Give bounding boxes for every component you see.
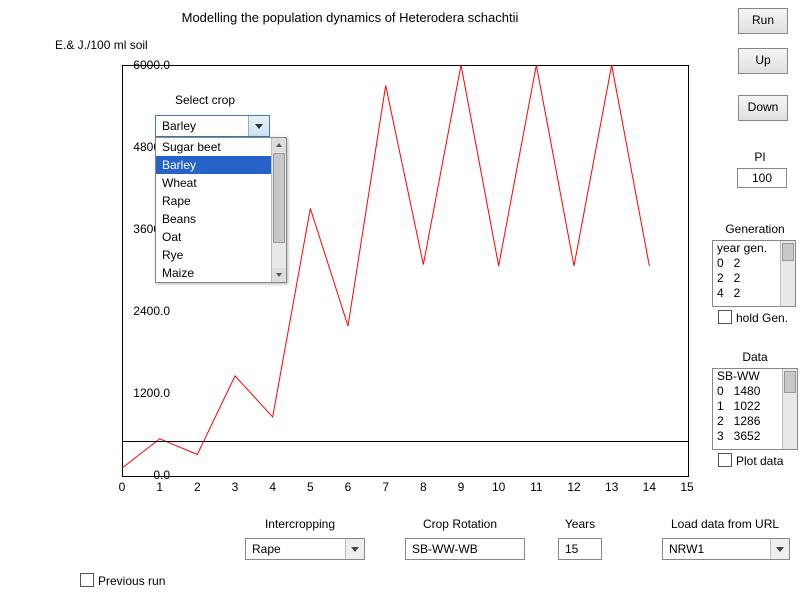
- x-tick-label: 4: [263, 480, 283, 494]
- pi-label: PI: [730, 150, 790, 164]
- scrollbar-thumb[interactable]: [784, 371, 796, 393]
- checkbox-label: Previous run: [98, 574, 165, 588]
- checkbox-label: Plot data: [736, 454, 783, 468]
- load-url-label: Load data from URL: [660, 517, 790, 531]
- scrollbar-thumb[interactable]: [782, 243, 794, 261]
- load-url-select[interactable]: NRW1: [662, 538, 790, 560]
- y-axis-label: E.& J./100 ml soil: [55, 38, 148, 52]
- pi-input[interactable]: [737, 168, 787, 188]
- scrollbar[interactable]: [780, 241, 795, 306]
- chevron-down-icon[interactable]: [345, 539, 364, 559]
- combobox-value: NRW1: [669, 542, 704, 556]
- scroll-down-icon[interactable]: [272, 268, 286, 282]
- plot-data-checkbox[interactable]: Plot data: [718, 453, 783, 468]
- dropdown-option[interactable]: Maize: [156, 264, 286, 282]
- generation-label: Generation: [715, 222, 795, 236]
- crop-rotation-label: Crop Rotation: [405, 517, 515, 531]
- x-tick-label: 11: [526, 480, 546, 494]
- dropdown-option[interactable]: Beans: [156, 210, 286, 228]
- x-tick-label: 0: [112, 480, 132, 494]
- years-input[interactable]: 15: [558, 538, 602, 560]
- x-tick-label: 15: [677, 480, 697, 494]
- combobox-value: Rape: [252, 542, 281, 556]
- data-listbox[interactable]: SB-WW 0 14801 10222 12863 3652: [712, 368, 798, 450]
- x-tick-label: 1: [150, 480, 170, 494]
- dropdown-option[interactable]: Sugar beet: [156, 138, 286, 156]
- x-tick-label: 3: [225, 480, 245, 494]
- up-button[interactable]: Up: [738, 48, 788, 74]
- x-tick-label: 8: [413, 480, 433, 494]
- x-tick-label: 6: [338, 480, 358, 494]
- x-tick-label: 7: [376, 480, 396, 494]
- years-label: Years: [555, 517, 605, 531]
- dropdown-option[interactable]: Oat: [156, 228, 286, 246]
- checkbox-box[interactable]: [80, 573, 94, 587]
- select-crop-combobox[interactable]: Barley: [155, 115, 270, 137]
- threshold-line: [122, 441, 688, 442]
- combobox-value: Barley: [162, 119, 196, 133]
- page-title: Modelling the population dynamics of Het…: [0, 10, 700, 25]
- x-tick-label: 14: [639, 480, 659, 494]
- run-button[interactable]: Run: [738, 8, 788, 34]
- down-button[interactable]: Down: [738, 95, 788, 121]
- x-tick-label: 12: [564, 480, 584, 494]
- x-tick-label: 13: [602, 480, 622, 494]
- generation-listbox[interactable]: year gen. 0 22 24 2: [712, 240, 796, 307]
- crop-rotation-input[interactable]: SB-WW-WB: [405, 538, 525, 560]
- dropdown-option[interactable]: Rye: [156, 246, 286, 264]
- select-crop-label: Select crop: [175, 93, 235, 107]
- x-tick-label: 5: [300, 480, 320, 494]
- x-tick-label: 10: [489, 480, 509, 494]
- chevron-down-icon[interactable]: [770, 539, 789, 559]
- x-tick-label: 9: [451, 480, 471, 494]
- previous-run-checkbox[interactable]: Previous run: [80, 573, 165, 588]
- textbox-value: 15: [565, 542, 578, 556]
- hold-gen-checkbox[interactable]: hold Gen.: [718, 310, 788, 325]
- scrollbar[interactable]: [782, 369, 797, 449]
- dropdown-option[interactable]: Barley: [156, 156, 286, 174]
- intercropping-label: Intercropping: [245, 517, 355, 531]
- dropdown-option[interactable]: Rape: [156, 192, 286, 210]
- checkbox-box[interactable]: [718, 310, 732, 324]
- chevron-down-icon[interactable]: [248, 116, 269, 136]
- data-label: Data: [715, 350, 795, 364]
- checkbox-label: hold Gen.: [736, 311, 788, 325]
- textbox-value: SB-WW-WB: [412, 542, 478, 556]
- x-tick-label: 2: [187, 480, 207, 494]
- select-crop-dropdown[interactable]: Sugar beetBarleyWheatRapeBeansOatRyeMaiz…: [155, 137, 287, 283]
- checkbox-box[interactable]: [718, 453, 732, 467]
- dropdown-option[interactable]: Wheat: [156, 174, 286, 192]
- scrollbar-thumb[interactable]: [273, 153, 285, 243]
- intercropping-select[interactable]: Rape: [245, 538, 365, 560]
- scroll-up-icon[interactable]: [272, 138, 286, 152]
